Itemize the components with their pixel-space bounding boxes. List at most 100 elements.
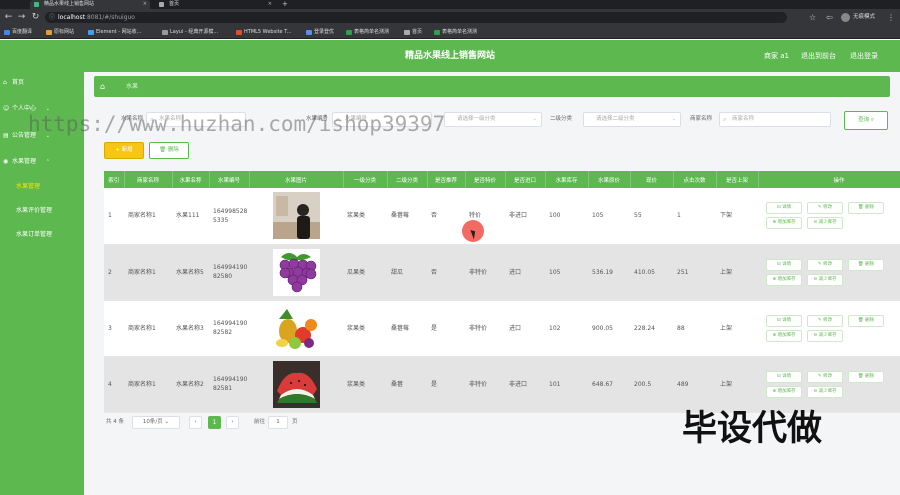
bookmark-item[interactable]: 百度翻译 <box>4 26 32 39</box>
row-action-button[interactable]: ⊕ 增加库存 <box>766 329 802 342</box>
row-action-button[interactable]: ⊖ 减少库存 <box>807 385 843 398</box>
row-action-button[interactable]: 🗑 删除 <box>848 258 884 271</box>
fruit-image <box>272 304 320 352</box>
cell-onsale: 下架 <box>716 188 758 245</box>
cell-special: 非特价 <box>465 244 505 301</box>
add-button[interactable]: + 新增 <box>104 142 144 159</box>
cell-onsale: 上架 <box>716 244 758 301</box>
row-action-button[interactable]: ⊕ 增加库存 <box>766 385 802 398</box>
close-tab-icon[interactable]: × <box>143 0 147 9</box>
vue-favicon-icon <box>34 2 39 7</box>
fruit-image <box>272 192 320 240</box>
cell-name: 水果111 <box>172 188 209 245</box>
row-action-button[interactable]: ⊡ 详情 <box>766 202 802 215</box>
row-action-button[interactable]: ✎ 修改 <box>807 202 843 215</box>
bookmark-item[interactable]: 原标网站 <box>46 26 74 39</box>
cell-price_orig: 105 <box>588 188 630 245</box>
row-action-button[interactable]: 🗑 删除 <box>848 202 884 215</box>
batch-delete-button[interactable]: 🗑 删除 <box>149 142 189 159</box>
cell-imported: 非进口 <box>505 188 545 245</box>
column-header: 是否特价 <box>465 171 506 188</box>
browser-tab-active[interactable]: 精品水果线上销售网站 × <box>30 0 150 9</box>
bookmark-icon <box>346 30 352 35</box>
page-size-select[interactable]: 10条/页 ⌄ <box>132 416 180 429</box>
row-action-button[interactable]: 🗑 删除 <box>848 370 884 383</box>
home-icon[interactable]: ⌂ <box>100 82 109 91</box>
cell-merchant: 商家名称1 <box>124 244 172 301</box>
bookmark-item[interactable]: Element - 网站收... <box>88 26 141 39</box>
watermark-text: https://www.huzhan.com/ishop39397 <box>28 112 446 136</box>
new-tab-icon[interactable]: + <box>282 0 288 9</box>
row-action-button[interactable]: 🗑 删除 <box>848 314 884 327</box>
row-action-button[interactable]: ⊖ 减少库存 <box>807 217 843 230</box>
merchant-name-input[interactable]: ⌕ 商家名称 <box>719 112 831 127</box>
sidebar-item-fruit[interactable]: ◉ 水果管理 ⌃ <box>0 155 84 169</box>
bookmark-item[interactable]: 表格简单名测测 <box>434 26 477 39</box>
row-action-button[interactable]: ✎ 修改 <box>807 370 843 383</box>
sidebar-subitem-fruit-manage[interactable]: 水果管理 <box>0 180 84 194</box>
cell-recommend: 是 <box>427 300 465 357</box>
forward-icon[interactable]: → <box>16 12 27 23</box>
extensions-icon[interactable]: ⇦ <box>826 12 833 23</box>
row-action-button[interactable]: ⊡ 详情 <box>766 370 802 383</box>
row-action-button[interactable]: ⊡ 详情 <box>766 258 802 271</box>
column-header: 是否进口 <box>505 171 546 188</box>
category1-select[interactable]: 请选择一级分类 ⌄ <box>444 112 542 127</box>
table-row: 3 商家名称1 水果名称3 16499419082582 浆果类 桑葚莓是非特价 进口 102… <box>104 300 900 357</box>
column-header: 是否推荐 <box>427 171 466 188</box>
bookmark-item[interactable]: 登录登优 <box>306 26 334 39</box>
menu-icon[interactable]: ⋮ <box>887 12 895 23</box>
row-action-button[interactable]: ✎ 修改 <box>807 258 843 271</box>
cell-stock: 100 <box>545 188 588 245</box>
category2-select[interactable]: 请选择二级分类 ⌄ <box>583 112 681 127</box>
bookmark-item[interactable]: HTML5 Website T... <box>236 26 291 39</box>
cell-actions: ⊡ 详情 ✎ 修改 🗑 删除 ⊕ 增加库存 ⊖ 减少库存 <box>758 300 900 357</box>
page-1-button[interactable]: 1 <box>208 416 221 429</box>
cell-stock: 101 <box>545 356 588 413</box>
current-user: 商家 a1 <box>764 52 789 60</box>
sidebar-item-home[interactable]: ⌂ 首页 <box>0 76 84 90</box>
bookmark-item[interactable]: Layui - 经典开源模... <box>162 26 218 39</box>
sidebar-subitem-fruit-order[interactable]: 水果订单管理 <box>0 228 84 242</box>
sidebar-subitem-fruit-review[interactable]: 水果评价管理 <box>0 204 84 218</box>
goto-page-input[interactable]: 1 <box>268 416 288 429</box>
cell-special: 非特价 <box>465 300 505 357</box>
user-icon: ☺ <box>3 105 10 112</box>
logout-link[interactable]: 退出登录 <box>850 40 878 72</box>
bookmarks-bar: 百度翻译 原标网站 Element - 网站收... Layui - 经典开源模… <box>0 26 900 39</box>
row-action-button[interactable]: ⊡ 详情 <box>766 314 802 327</box>
back-icon[interactable]: ← <box>3 12 14 23</box>
cell-clicks: 251 <box>673 244 716 301</box>
cell-index: 2 <box>104 244 124 301</box>
browser-tab[interactable]: 首页 × <box>155 0 275 9</box>
close-tab-icon[interactable]: × <box>268 0 272 9</box>
table-row: 2 商家名称1 水果名称5 16499419082580 瓜果类 甜瓜否非特价 进口 105 5… <box>104 244 900 301</box>
pagination: 共 4 条 10条/页 ⌄ ‹ 1 › 前往 1 页 <box>104 416 504 431</box>
cell-price_now: 55 <box>630 188 673 245</box>
cell-actions: ⊡ 详情 ✎ 修改 🗑 删除 ⊕ 增加库存 ⊖ 减少库存 <box>758 244 900 301</box>
row-action-button[interactable]: ⊕ 增加库存 <box>766 217 802 230</box>
profile-button[interactable]: 无痕模式 <box>841 12 875 23</box>
prev-page-button[interactable]: ‹ <box>189 416 202 429</box>
column-header: 现价 <box>630 171 674 188</box>
row-action-button[interactable]: ✎ 修改 <box>807 314 843 327</box>
query-button[interactable]: 查询 ⌕ <box>844 111 888 130</box>
pager-total: 共 4 条 <box>106 419 124 425</box>
chevron-down-icon: ⌄ <box>164 419 170 425</box>
cell-onsale: 上架 <box>716 300 758 357</box>
bookmark-item[interactable]: 首页 <box>404 26 422 39</box>
star-icon[interactable]: ☆ <box>809 12 816 23</box>
cell-cat2: 桑葚莓 <box>387 300 427 357</box>
back-to-front-link[interactable]: 退出到前台 <box>801 40 836 72</box>
row-action-button[interactable]: ⊕ 增加库存 <box>766 273 802 286</box>
column-header: 水果原价 <box>588 171 631 188</box>
column-header: 水果名称 <box>172 171 210 188</box>
reload-icon[interactable]: ↻ <box>30 12 41 23</box>
row-action-button[interactable]: ⊖ 减少库存 <box>807 273 843 286</box>
next-page-button[interactable]: › <box>226 416 239 429</box>
url-input[interactable]: ⓘ localhost:8081/#/shuiguo <box>45 12 787 23</box>
bookmark-item[interactable]: 表格简单名测测 <box>346 26 389 39</box>
fruit-table: 索引 商家名称 水果名称 水果编号 水果图片 一级分类 二级分类 是否推荐 是否特价 是否进口 水果… <box>104 171 900 413</box>
globe-icon <box>159 2 164 7</box>
row-action-button[interactable]: ⊖ 减少库存 <box>807 329 843 342</box>
